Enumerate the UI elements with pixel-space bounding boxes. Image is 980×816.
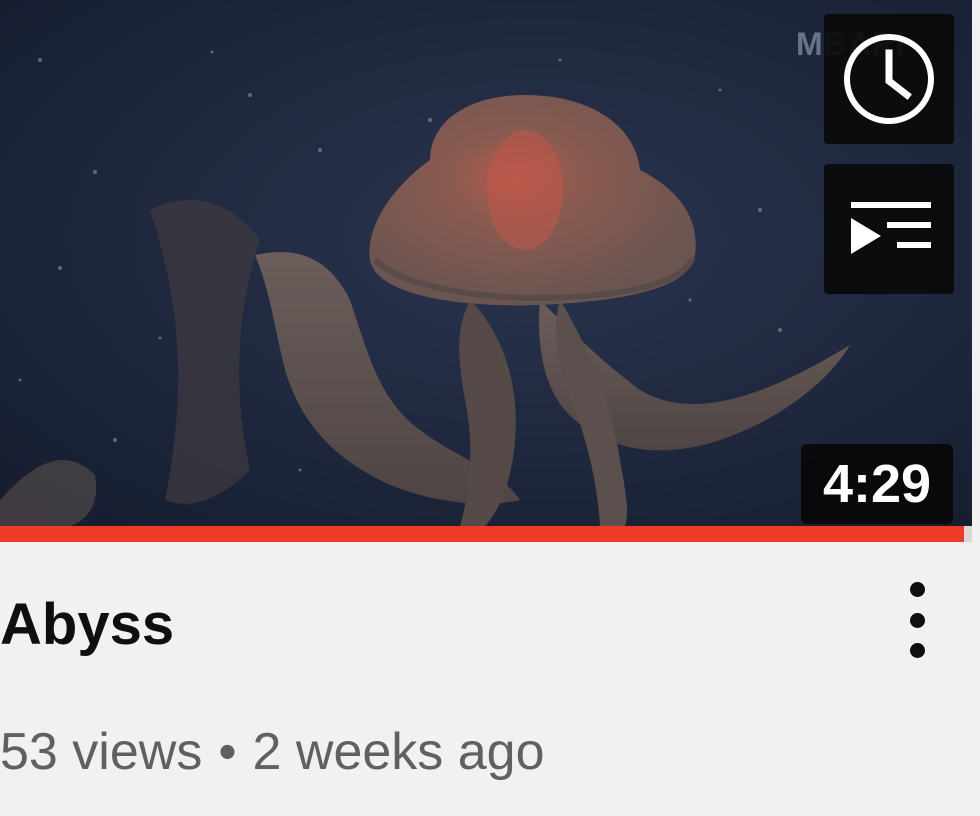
duration-badge: 4:29: [801, 444, 953, 524]
view-count: 53 views: [0, 723, 203, 781]
video-card[interactable]: MBARI 4:29 Abyss 53 views • 2 weeks ago: [0, 0, 980, 816]
watch-later-button[interactable]: [824, 14, 954, 144]
upload-age: 2 weeks ago: [252, 723, 545, 781]
add-to-queue-button[interactable]: [824, 164, 954, 294]
clock-icon: [844, 34, 934, 124]
video-thumbnail[interactable]: MBARI 4:29: [0, 0, 972, 526]
playlist-add-icon: [851, 202, 931, 254]
video-metadata: 53 views • 2 weeks ago: [0, 726, 545, 778]
video-title[interactable]: Abyss: [0, 596, 174, 654]
meta-separator: •: [218, 723, 237, 781]
watch-progress-fill: [0, 526, 965, 542]
more-options-button[interactable]: [888, 576, 946, 664]
more-vertical-icon: [909, 582, 925, 658]
watch-progress-bar: [0, 526, 972, 542]
